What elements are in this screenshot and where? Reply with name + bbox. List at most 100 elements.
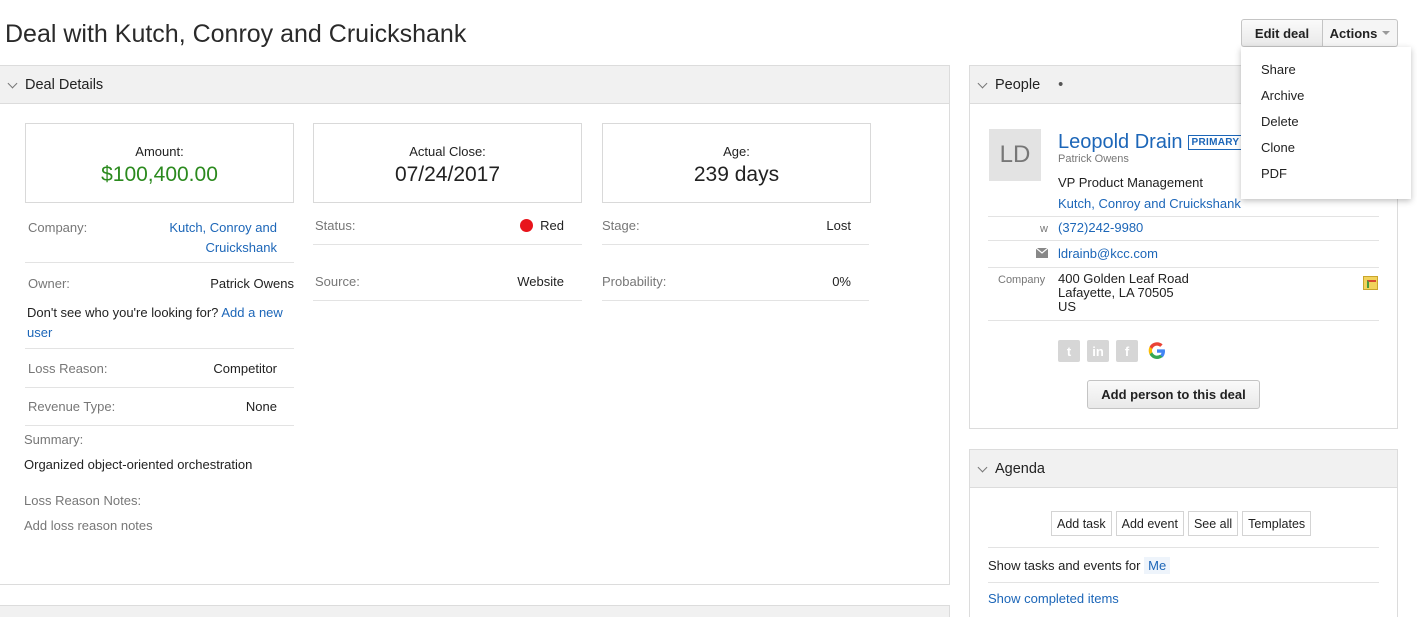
divider	[25, 348, 294, 349]
social-links: t in f	[1058, 340, 1169, 362]
add-event-button[interactable]: Add event	[1115, 511, 1184, 536]
owner-value[interactable]: Patrick Owens	[210, 276, 294, 291]
google-g-icon	[1148, 342, 1165, 359]
actions-label: Actions	[1329, 25, 1378, 41]
status-value-wrap[interactable]: Red	[520, 218, 564, 244]
source-field: Source: Website	[313, 274, 582, 301]
agenda-title: Agenda	[995, 460, 1045, 477]
chevron-down-icon	[977, 78, 988, 88]
loss-reason-field: Loss Reason: Competitor	[25, 361, 294, 388]
menu-item-clone[interactable]: Clone	[1241, 137, 1411, 163]
person-name-link[interactable]: Leopold Drain	[1058, 131, 1183, 153]
status-label: Status:	[315, 218, 356, 233]
page-title: Deal with Kutch, Conroy and Cruickshank	[5, 20, 467, 48]
deal-toolbar: Edit deal Actions	[1241, 19, 1398, 47]
company-link[interactable]: Kutch, Conroy and Cruickshank	[169, 218, 277, 262]
twitter-icon[interactable]: t	[1058, 340, 1080, 362]
loss-notes-label: Loss Reason Notes:	[24, 493, 142, 508]
deal-details-panel: Deal Details Amount: $100,400.00 Actual …	[0, 65, 950, 585]
person-name-row: Leopold Drain PRIMARY	[1058, 131, 1244, 154]
show-for-select[interactable]: Me	[1144, 557, 1171, 574]
edit-deal-button[interactable]: Edit deal	[1241, 19, 1323, 47]
company-field: Company: Kutch, Conroy and Cruickshank	[25, 218, 294, 263]
missing-user-note: Don't see who you're looking for? Add a …	[27, 303, 287, 343]
owner-label: Owner:	[28, 276, 70, 291]
divider	[988, 240, 1379, 241]
stage-field: Stage: Lost	[602, 218, 869, 245]
linkedin-icon[interactable]: in	[1087, 340, 1109, 362]
address-line-2: Lafayette, LA 70505	[1058, 285, 1174, 300]
amount-label: Amount:	[135, 144, 184, 159]
facebook-icon[interactable]: f	[1116, 340, 1138, 362]
revenue-type-value[interactable]: None	[246, 399, 277, 425]
chevron-down-icon	[7, 78, 18, 88]
agenda-header[interactable]: Agenda	[970, 450, 1397, 488]
age-label: Age:	[723, 144, 750, 159]
loss-notes-input[interactable]: Add loss reason notes	[24, 518, 153, 533]
source-label: Source:	[315, 274, 360, 289]
menu-item-pdf[interactable]: PDF	[1241, 163, 1411, 189]
probability-field: Probability: 0%	[602, 274, 869, 301]
amount-value: $100,400.00	[101, 163, 218, 186]
loss-reason-value[interactable]: Competitor	[213, 361, 277, 387]
age-value: 239 days	[693, 163, 780, 186]
status-value: Red	[540, 218, 564, 233]
templates-button[interactable]: Templates	[1242, 511, 1312, 536]
address-block: 400 Golden Leaf Road Lafayette, LA 70505…	[1058, 272, 1189, 314]
person-owner: Patrick Owens	[1058, 153, 1129, 165]
address-line-3: US	[1058, 299, 1077, 314]
show-for-row: Show tasks and events for Me	[988, 557, 1171, 574]
actual-close-card: Actual Close: 07/24/2017	[313, 123, 582, 203]
source-value[interactable]: Website	[517, 274, 564, 300]
agenda-panel: Agenda Add task Add event See all Templa…	[969, 449, 1398, 617]
map-icon[interactable]	[1363, 276, 1378, 290]
see-all-button[interactable]: See all	[1187, 511, 1239, 536]
show-for-label: Show tasks and events for	[988, 558, 1141, 573]
address-line-1: 400 Golden Leaf Road	[1058, 271, 1189, 286]
divider	[988, 320, 1379, 321]
primary-badge: PRIMARY	[1187, 135, 1244, 150]
actions-menu: Share Archive Delete Clone PDF	[1241, 47, 1411, 199]
agenda-actions: Add task Add event See all Templates	[1051, 511, 1312, 536]
missing-user-text: Don't see who you're looking for?	[27, 305, 219, 320]
status-field: Status: Red	[313, 218, 582, 245]
divider	[988, 582, 1379, 583]
company-line-1: Kutch, Conroy and	[169, 220, 277, 235]
summary-value[interactable]: Organized object-oriented orchestration	[24, 457, 252, 472]
menu-item-archive[interactable]: Archive	[1241, 85, 1411, 111]
chevron-down-icon	[977, 462, 988, 472]
add-task-button[interactable]: Add task	[1051, 511, 1112, 536]
probability-label: Probability:	[602, 274, 667, 289]
company-label: Company:	[28, 220, 88, 235]
add-person-button[interactable]: Add person to this deal	[1087, 380, 1260, 409]
divider	[988, 267, 1379, 268]
revenue-type-label: Revenue Type:	[28, 399, 116, 414]
status-dot-icon	[520, 219, 534, 232]
divider	[988, 216, 1379, 217]
company-line-2: Cruickshank	[205, 240, 277, 255]
stage-label: Stage:	[602, 218, 640, 233]
email-link[interactable]: ldrainb@kcc.com	[1058, 246, 1158, 261]
probability-value[interactable]: 0%	[832, 274, 851, 300]
next-panel-header	[0, 605, 950, 617]
stage-value[interactable]: Lost	[826, 218, 851, 244]
google-icon[interactable]	[1145, 340, 1169, 362]
amount-card: Amount: $100,400.00	[25, 123, 294, 203]
summary-label: Summary:	[24, 432, 84, 447]
revenue-type-field: Revenue Type: None	[25, 399, 294, 426]
phone-type: w	[1040, 223, 1048, 235]
divider	[988, 547, 1379, 548]
caret-down-icon	[1382, 31, 1391, 35]
menu-item-delete[interactable]: Delete	[1241, 111, 1411, 137]
people-title: People	[995, 76, 1041, 93]
avatar: LD	[989, 129, 1041, 181]
actions-button[interactable]: Actions	[1323, 19, 1398, 47]
menu-item-share[interactable]: Share	[1241, 59, 1411, 85]
phone-link[interactable]: (372)242-9980	[1058, 220, 1143, 235]
actual-close-label: Actual Close:	[409, 144, 486, 159]
deal-details-header[interactable]: Deal Details	[0, 66, 949, 104]
age-card: Age: 239 days	[602, 123, 871, 203]
show-completed-link[interactable]: Show completed items	[988, 591, 1119, 606]
envelope-icon	[1036, 248, 1048, 258]
person-company-link[interactable]: Kutch, Conroy and Cruickshank	[1058, 196, 1241, 211]
